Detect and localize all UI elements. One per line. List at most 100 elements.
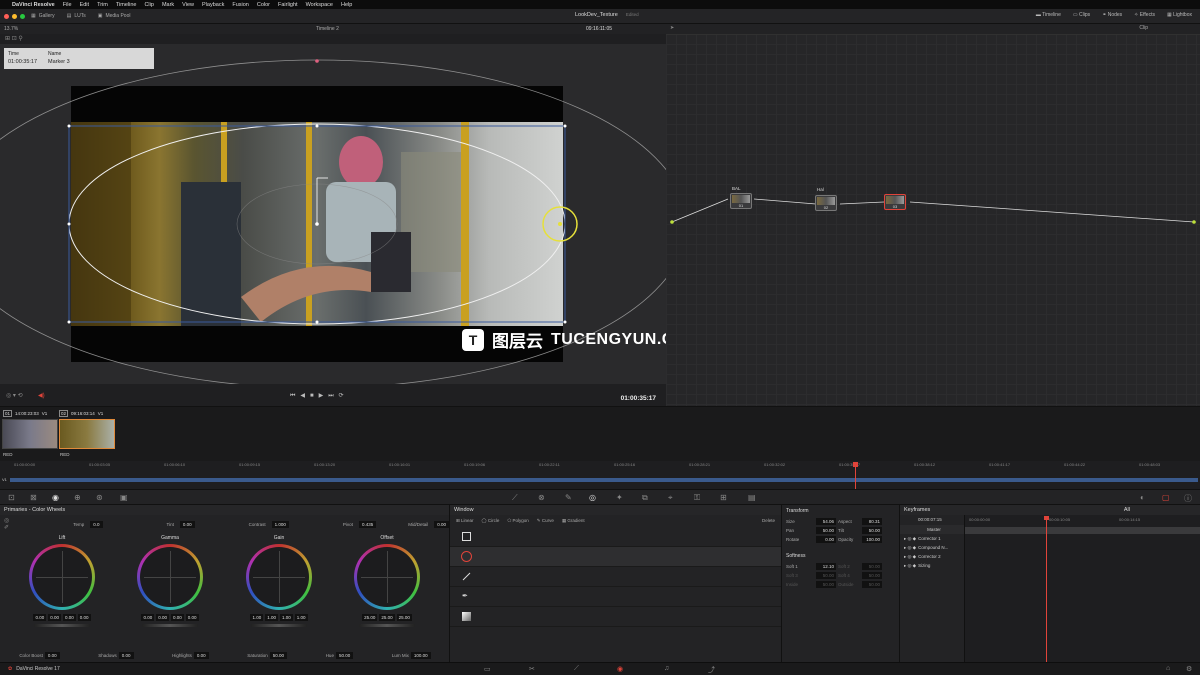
gain-master-slider[interactable] <box>251 624 307 627</box>
offset-wheel[interactable] <box>354 544 420 610</box>
effects-toggle[interactable]: ✧ Effects <box>1134 12 1155 18</box>
lum-mix-field[interactable]: 100.00 <box>410 652 431 659</box>
kf-row-master[interactable]: Master <box>900 525 964 534</box>
edit-page-icon[interactable]: ⟋ <box>574 665 579 673</box>
tilt-field[interactable]: 50.00 <box>862 527 882 534</box>
keyframe-playhead[interactable] <box>1046 517 1047 662</box>
shadows-field[interactable]: 0.00 <box>118 652 134 659</box>
audio-icon[interactable]: ◀) <box>38 392 45 399</box>
scopes-toggle-icon[interactable]: ◐ <box>1140 493 1145 502</box>
kf-row-corrector-1[interactable]: ▸ ◎ ◆ Corrector 1 <box>900 534 964 543</box>
highlights-field[interactable]: 0.00 <box>193 652 209 659</box>
saturation-field[interactable]: 50.00 <box>269 652 288 659</box>
menu-file[interactable]: File <box>63 2 72 8</box>
deliver-page-icon[interactable]: ⤴ <box>708 665 715 675</box>
curve-tool[interactable]: ✎ Curve <box>537 518 554 524</box>
media-page-icon[interactable]: ▭ <box>484 665 491 673</box>
color-page-icon[interactable]: ◉ <box>617 665 623 673</box>
clip-2-thumbnail[interactable] <box>59 419 115 449</box>
gamma-wheel[interactable] <box>137 544 203 610</box>
viewer-options-icon[interactable]: ◎ ▾ ⟲ <box>6 392 23 399</box>
size-field[interactable]: 54.06 <box>816 518 836 525</box>
settings-icon[interactable]: ⚙ <box>1186 665 1192 673</box>
3d-icon[interactable]: ▤ <box>748 493 756 502</box>
node-01[interactable]: 01 <box>730 193 752 209</box>
menu-fairlight[interactable]: Fairlight <box>278 2 298 8</box>
outside-field[interactable]: 50.00 <box>862 581 882 588</box>
playback-controls[interactable]: ⏮◀■▶⏭⟳ <box>290 392 349 400</box>
color-boost-field[interactable]: 0.00 <box>44 652 60 659</box>
timeline-track[interactable] <box>10 478 1198 482</box>
menu-fusion[interactable]: Fusion <box>232 2 249 8</box>
soft4-field[interactable]: 50.00 <box>862 572 882 579</box>
rgb-mixer-icon[interactable]: ⊛ <box>96 493 103 502</box>
delete-window-button[interactable]: Delete <box>762 518 775 524</box>
inside-field[interactable]: 50.00 <box>816 581 836 588</box>
node-03[interactable]: 03 <box>884 194 906 210</box>
node-02[interactable]: 02 <box>815 195 837 211</box>
qualifier-icon[interactable]: ✎ <box>565 493 572 502</box>
playhead-handle[interactable] <box>853 462 858 467</box>
tint-field[interactable]: 0.00 <box>179 520 195 528</box>
motion-effects-icon[interactable]: ▣ <box>120 493 128 502</box>
media-pool-button[interactable]: ▣ Media Pool <box>92 13 137 19</box>
timeline-toggle[interactable]: ▬ Timeline <box>1036 12 1061 18</box>
kf-row-sizing[interactable]: ▸ ◎ ◆ Sizing <box>900 561 964 570</box>
magic-mask-icon[interactable]: ⧉ <box>642 493 648 503</box>
hue-field[interactable]: 50.00 <box>335 652 354 659</box>
key-icon[interactable]: ⚿ <box>694 493 700 503</box>
circle-tool[interactable]: ◯ Circle <box>482 518 500 524</box>
color-warper-icon[interactable]: ⊗ <box>538 493 545 502</box>
viewer-mode-icon[interactable]: ⊞ ⊡ ⚲ <box>5 35 23 42</box>
menu-timeline[interactable]: Timeline <box>116 2 137 8</box>
color-wheels-icon[interactable]: ◉ <box>52 493 59 502</box>
curves-icon[interactable]: ⟋ <box>512 493 518 503</box>
window-row-curve[interactable]: ✒ <box>450 587 781 607</box>
home-icon[interactable]: ⌂ <box>1166 665 1170 672</box>
linear-tool[interactable]: ⊞ Linear <box>456 518 474 524</box>
menu-edit[interactable]: Edit <box>80 2 89 8</box>
keyframe-timeline[interactable]: 00:00:00:00 00:00:10:05 00:00:14:15 <box>964 515 1200 662</box>
tracker-icon[interactable]: ✦ <box>616 493 623 502</box>
contrast-field[interactable]: 1.000 <box>271 520 289 528</box>
lightbox-toggle[interactable]: ▦ Lightbox <box>1167 12 1192 18</box>
app-menu[interactable]: DaVinci Resolve <box>12 2 55 8</box>
help-icon[interactable]: ⓘ <box>1184 493 1192 504</box>
clip-mode-dropdown[interactable]: Clip <box>1139 25 1148 31</box>
offset-master-slider[interactable] <box>359 624 415 627</box>
menu-color[interactable]: Color <box>257 2 270 8</box>
soft3-field[interactable]: 50.00 <box>816 572 836 579</box>
pivot-field[interactable]: 0.435 <box>358 520 377 528</box>
temp-field[interactable]: 0.0 <box>90 520 103 528</box>
menu-help[interactable]: Help <box>341 2 352 8</box>
fairlight-page-icon[interactable]: ♫ <box>664 665 669 672</box>
lift-master-slider[interactable] <box>34 624 90 627</box>
blur-icon[interactable]: ⌖ <box>668 493 673 503</box>
timeline-dropdown[interactable]: Timeline 2 <box>316 26 339 32</box>
mini-timeline[interactable]: 01:00:00:00 01:00:03:05 01:00:06:10 01:0… <box>0 461 1200 489</box>
kf-row-compound[interactable]: ▸ ◎ ◆ Compound N... <box>900 543 964 552</box>
info-icon[interactable]: ▢ <box>1162 493 1170 502</box>
clip-1-thumbnail[interactable] <box>2 419 58 449</box>
menu-trim[interactable]: Trim <box>97 2 108 8</box>
soft2-field[interactable]: 50.00 <box>862 563 882 570</box>
window-icon[interactable]: ◎ <box>589 493 596 502</box>
nodes-toggle[interactable]: ⚭ Nodes <box>1102 12 1122 18</box>
menu-playback[interactable]: Playback <box>202 2 224 8</box>
cut-page-icon[interactable]: ✂ <box>529 665 535 673</box>
window-row-gradient[interactable] <box>450 607 781 627</box>
minimize-window-button[interactable] <box>12 13 17 19</box>
keyframe-filter-dropdown[interactable]: All <box>1124 507 1130 513</box>
menu-view[interactable]: View <box>182 2 194 8</box>
polygon-tool[interactable]: ⬠ Polygon <box>507 518 528 524</box>
luts-button[interactable]: ▤ LUTs <box>61 13 92 19</box>
menu-workspace[interactable]: Workspace <box>306 2 333 8</box>
rotate-field[interactable]: 0.00 <box>816 536 836 543</box>
zoom-dropdown[interactable]: 13.7% <box>4 26 18 32</box>
window-row-linear[interactable] <box>450 527 781 547</box>
wheel-mode-icon[interactable]: ◎ ✐ <box>4 517 9 531</box>
gamma-master-slider[interactable] <box>142 624 198 627</box>
keyframe-playhead-handle[interactable] <box>1044 516 1049 520</box>
color-match-icon[interactable]: ⊠ <box>30 493 37 502</box>
aspect-field[interactable]: 80.31 <box>862 518 882 525</box>
